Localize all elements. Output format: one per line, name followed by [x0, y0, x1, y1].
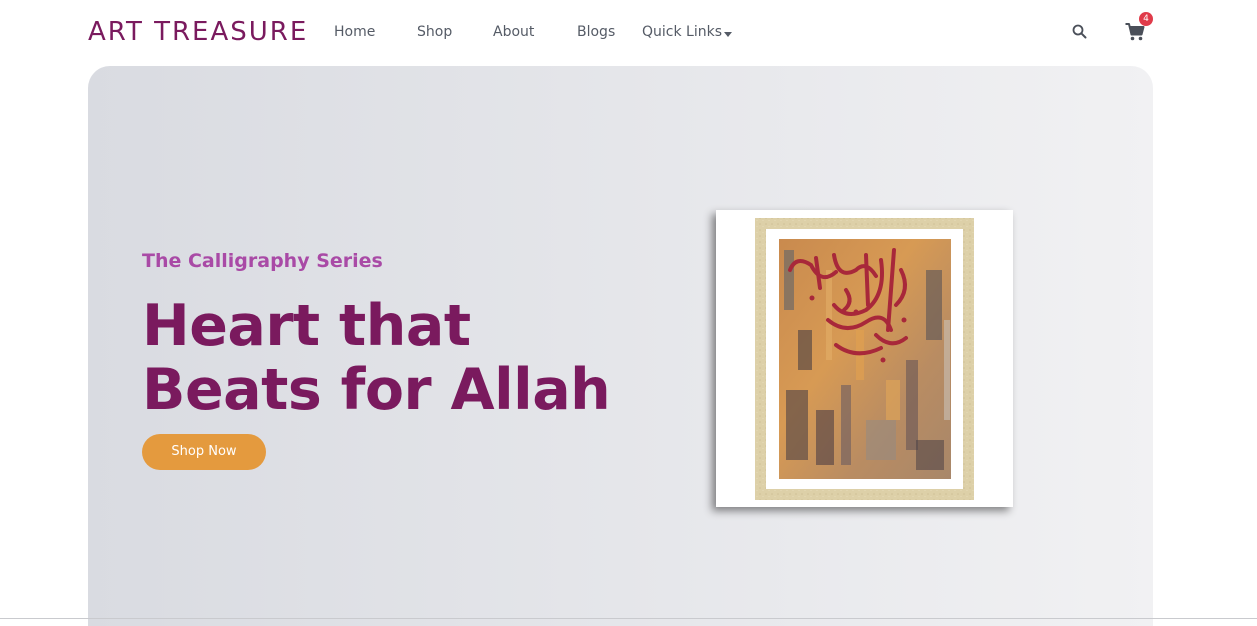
- search-icon: [1072, 24, 1087, 39]
- hero-banner: The Calligraphy Series Heart that Beats …: [88, 66, 1153, 626]
- cart-count-badge: 4: [1139, 12, 1153, 26]
- shop-now-button[interactable]: Shop Now: [142, 434, 266, 470]
- caret-down-icon: [724, 32, 733, 37]
- nav-item-shop[interactable]: Shop: [417, 24, 452, 40]
- hero-headline-line-2: Beats for Allah: [142, 357, 611, 423]
- hero-headline: Heart that Beats for Allah: [142, 293, 611, 423]
- calligraphy-painting-image: [755, 218, 974, 500]
- nav-item-blogs[interactable]: Blogs: [577, 24, 615, 40]
- hero-artwork[interactable]: [716, 210, 1013, 507]
- hero-subtitle: The Calligraphy Series: [142, 250, 383, 272]
- nav-item-label: Blogs: [577, 24, 616, 40]
- nav-item-label: Home: [334, 24, 376, 40]
- site-header: ART TREASURE Home Shop About Blogs Quick…: [0, 0, 1257, 66]
- site-logo[interactable]: ART TREASURE: [88, 17, 308, 47]
- search-button[interactable]: [1071, 23, 1089, 41]
- nav-item-home[interactable]: Home: [334, 24, 375, 40]
- nav-item-label: Shop: [417, 24, 453, 40]
- nav-item-about[interactable]: About: [493, 24, 534, 40]
- nav-item-quick-links[interactable]: Quick Links: [642, 24, 733, 40]
- nav-item-label: About: [493, 24, 535, 40]
- hero-headline-line-1: Heart that: [142, 293, 471, 359]
- nav-item-label: Quick Links: [642, 24, 723, 40]
